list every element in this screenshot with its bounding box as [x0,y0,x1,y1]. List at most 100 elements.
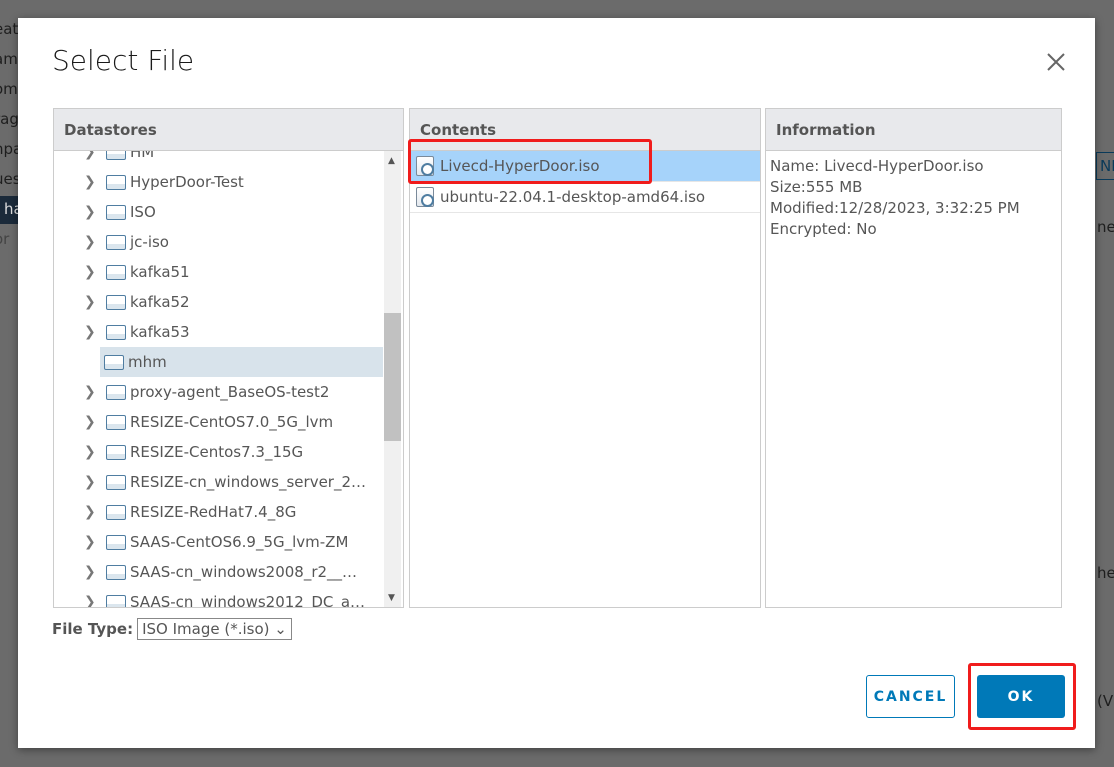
folder-icon [104,354,124,370]
file-type-select[interactable]: ISO Image (*.iso) ⌄ [137,618,292,640]
datastore-label: RESIZE-cn_windows_server_2… [130,473,367,491]
folder-icon [106,564,126,580]
contents-panel: Contents Livecd-HyperDoor.iso ubuntu-22.0… [409,108,761,608]
info-name: Name: Livecd-HyperDoor.iso [770,157,984,175]
chevron-right-icon[interactable]: ❯ [84,264,98,280]
datastore-item[interactable]: ❯ RESIZE-CentOS7.0_5G_lvm [54,407,383,437]
close-icon[interactable] [1044,50,1068,74]
information-header: Information [766,109,1061,151]
file-name: Livecd-HyperDoor.iso [440,157,600,175]
folder-icon [106,324,126,340]
chevron-right-icon[interactable]: ❯ [84,474,98,490]
chevron-right-icon[interactable]: ❯ [84,564,98,580]
bg-text: rag [0,110,19,128]
folder-icon [106,151,126,160]
chevron-right-icon[interactable]: ❯ [84,384,98,400]
ok-button[interactable]: OK [977,675,1065,718]
select-file-dialog: Select File Datastores ❯ HM ❯ HyperDoor-Tes… [18,18,1095,748]
datastore-label: HM [130,151,155,161]
datastore-item[interactable]: ❯ jc-iso [54,227,383,257]
bg-text: (V [1097,692,1114,710]
folder-icon [106,594,126,607]
folder-icon [106,174,126,190]
chevron-right-icon[interactable]: ❯ [84,294,98,310]
bg-selected-item: ha [0,196,23,224]
chevron-right-icon[interactable]: ❯ [84,444,98,460]
datastore-item[interactable]: ❯ RESIZE-cn_windows_server_2… [54,467,383,497]
bg-text: am [0,50,18,68]
datastore-label: RESIZE-RedHat7.4_8G [130,503,297,521]
chevron-right-icon[interactable]: ❯ [84,504,98,520]
datastore-item[interactable]: ❯ SAAS-cn_windows2008_r2__… [54,557,383,587]
datastore-label: ISO [130,203,156,221]
chevron-right-icon[interactable]: ❯ [84,174,98,190]
file-type-value: ISO Image (*.iso) [142,620,270,638]
bg-text: ne [1097,218,1114,236]
file-name: ubuntu-22.04.1-desktop-amd64.iso [440,188,706,206]
chevron-right-icon[interactable]: ❯ [84,324,98,340]
folder-icon [106,504,126,520]
bg-text: or [0,230,10,248]
chevron-right-icon[interactable]: ❯ [84,204,98,220]
info-size: Size:555 MB [770,178,863,196]
file-row[interactable]: ubuntu-22.04.1-desktop-amd64.iso [410,182,760,213]
datastore-item[interactable]: ❯ kafka53 [54,317,383,347]
datastores-scrollbar[interactable]: ▲ ▼ [384,151,401,607]
scroll-up-arrow-icon[interactable]: ▲ [388,156,395,166]
datastore-item[interactable]: ❯ SAAS-CentOS6.9_5G_lvm-ZM [54,527,383,557]
folder-icon [106,444,126,460]
info-modified: Modified:12/28/2023, 3:32:25 PM [770,199,1020,217]
datastore-label: HyperDoor-Test [130,173,244,191]
datastore-item[interactable]: ❯ kafka52 [54,287,383,317]
datastore-label: kafka53 [130,323,190,341]
datastore-item[interactable]: ❯ RESIZE-Centos7.3_15G [54,437,383,467]
chevron-right-icon[interactable]: ❯ [84,534,98,550]
datastore-label: kafka51 [130,263,190,281]
file-type-row: File Type: ISO Image (*.iso) ⌄ [52,618,292,640]
datastore-label: kafka52 [130,293,190,311]
folder-icon [106,234,126,250]
folder-icon [106,384,126,400]
folder-icon [106,414,126,430]
datastore-label: mhm [128,353,167,371]
bg-text: om [0,80,18,98]
cancel-button[interactable]: CANCEL [866,675,955,718]
bg-button: NE [1096,152,1114,180]
chevron-right-icon[interactable]: ❯ [84,414,98,430]
chevron-down-icon: ⌄ [274,620,287,638]
file-type-label: File Type: [52,620,134,638]
datastore-label: SAAS-cn_windows2008_r2__… [130,563,358,581]
iso-file-icon [416,187,434,207]
information-panel: Information Name: Livecd-HyperDoor.iso S… [765,108,1062,608]
folder-icon [106,534,126,550]
contents-header: Contents [410,109,760,151]
datastores-panel: Datastores ❯ HM ❯ HyperDoor-Test ❯ ISO ❯ jc-iso… [53,108,404,608]
datastore-item[interactable]: ❯ RESIZE-RedHat7.4_8G [54,497,383,527]
datastore-item[interactable]: ❯ SAAS-cn_windows2012_DC_a… [54,587,383,607]
datastore-label: RESIZE-Centos7.3_15G [130,443,304,461]
folder-icon [106,264,126,280]
iso-file-icon [416,156,434,176]
datastore-item[interactable]: ❯ proxy-agent_BaseOS-test2 [54,377,383,407]
datastores-header: Datastores [54,109,403,151]
scroll-down-arrow-icon[interactable]: ▼ [388,593,395,603]
file-row[interactable]: Livecd-HyperDoor.iso [410,151,760,182]
bg-text: he [1097,564,1114,582]
scrollbar-thumb[interactable] [384,313,401,441]
chevron-right-icon[interactable]: ❯ [84,151,98,160]
datastore-item[interactable]: ❯ ISO [54,197,383,227]
bg-text: eat [0,20,19,38]
datastore-item[interactable]: ❯ kafka51 [54,257,383,287]
folder-icon [106,294,126,310]
datastore-label: RESIZE-CentOS7.0_5G_lvm [130,413,334,431]
datastore-item[interactable]: ❯ HM [54,151,383,167]
datastore-item[interactable]: mhm [100,347,383,377]
datastore-label: SAAS-CentOS6.9_5G_lvm-ZM [130,533,349,551]
datastore-item[interactable]: ❯ HyperDoor-Test [54,167,383,197]
chevron-right-icon[interactable]: ❯ [84,234,98,250]
datastore-label: jc-iso [130,233,169,251]
chevron-right-icon[interactable]: ❯ [84,594,98,607]
info-encrypted: Encrypted: No [770,220,877,238]
folder-icon [106,204,126,220]
datastore-label: SAAS-cn_windows2012_DC_a… [130,593,366,607]
